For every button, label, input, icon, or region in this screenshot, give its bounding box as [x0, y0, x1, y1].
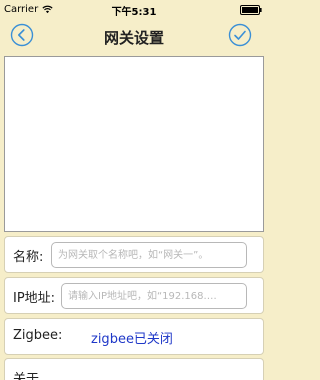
gateway-preview-area: [4, 56, 264, 232]
navigation-bar: 网关设置: [0, 20, 268, 52]
battery-icon: [240, 5, 262, 15]
status-time: 下午5:31: [111, 7, 157, 18]
zigbee-status[interactable]: zigbee已关闭: [91, 328, 173, 347]
confirm-button[interactable]: [228, 23, 252, 47]
name-row: 名称:: [4, 236, 264, 273]
about-row[interactable]: 关于: [4, 358, 264, 380]
zigbee-label: Zigbee:: [13, 328, 63, 343]
ip-label: IP地址:: [13, 291, 56, 306]
ip-row: IP地址:: [4, 277, 264, 314]
name-label: 名称:: [13, 250, 44, 265]
ip-address-input[interactable]: [61, 283, 247, 309]
zigbee-row[interactable]: Zigbee: zigbee已关闭: [4, 318, 264, 355]
gateway-settings-screen: Carrier 下午5:31 网关设置 名称: 为网关取个名称吧，如“网关一”。…: [0, 0, 268, 380]
status-bar: Carrier 下午5:31: [0, 0, 268, 20]
about-label: 关于: [13, 372, 40, 380]
name-input[interactable]: [51, 242, 247, 268]
